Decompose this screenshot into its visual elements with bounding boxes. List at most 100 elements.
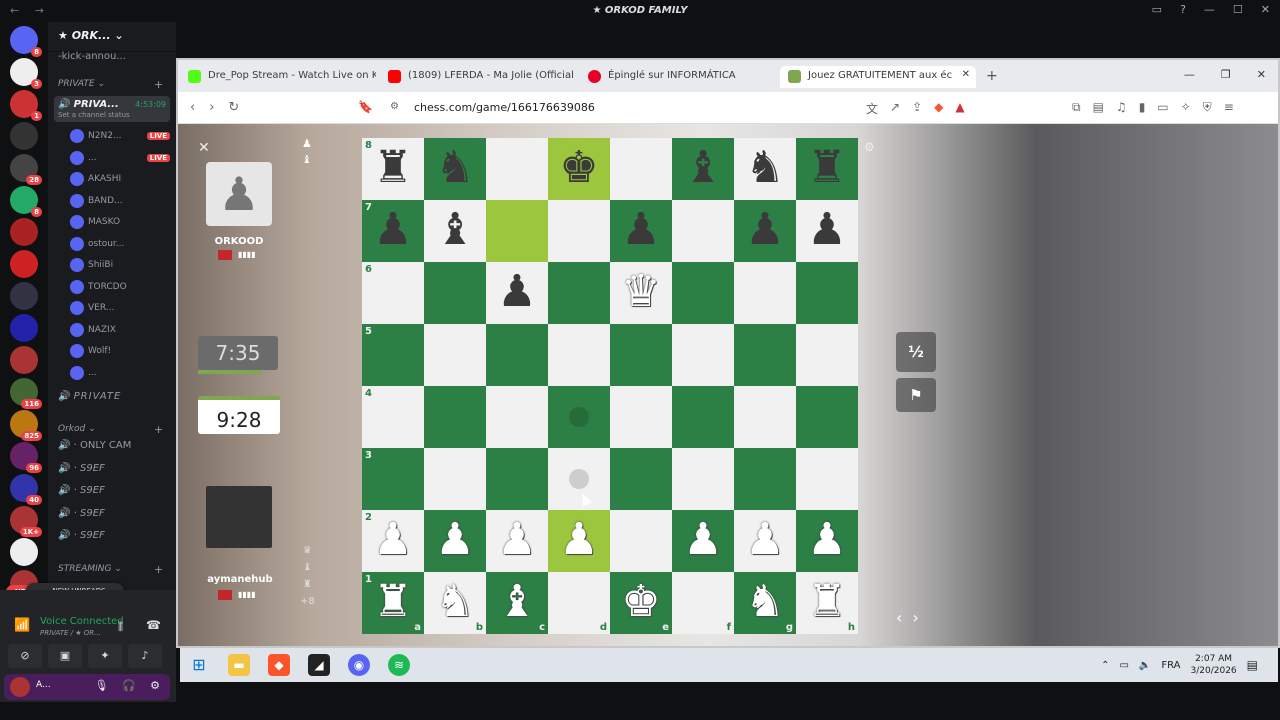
add-channel-icon[interactable]: + <box>154 423 163 436</box>
microphone-icon[interactable]: 🎙 <box>94 679 108 692</box>
voice-channel[interactable]: 🔊 · S9EF <box>54 527 170 547</box>
square-f1[interactable]: f <box>672 572 734 634</box>
square-h7[interactable]: ♟ <box>796 200 858 262</box>
minimize-icon[interactable]: — <box>1184 68 1195 81</box>
volume-icon[interactable]: 🔈 <box>1139 660 1151 671</box>
square-f6[interactable] <box>672 262 734 324</box>
square-f5[interactable] <box>672 324 734 386</box>
bookmark-icon[interactable]: 🔖 <box>358 100 373 114</box>
square-b5[interactable] <box>424 324 486 386</box>
square-d8[interactable]: ♚ <box>548 138 610 200</box>
black-pawn-piece[interactable]: ♟ <box>486 262 548 324</box>
voice-user[interactable]: ... LIVE <box>70 148 170 168</box>
square-d3[interactable] <box>548 448 610 510</box>
activities-icon[interactable]: ✦ <box>88 644 122 668</box>
resign-flag-icon[interactable]: ⚑ <box>896 378 936 412</box>
camera-off-icon[interactable]: ⊘ <box>8 644 42 668</box>
square-g3[interactable] <box>734 448 796 510</box>
voice-user[interactable]: TORCDO <box>70 277 170 297</box>
black-king-piece[interactable]: ♚ <box>548 138 610 200</box>
square-e7[interactable]: ♟ <box>610 200 672 262</box>
chevron-up-icon[interactable]: ⌃ <box>1101 660 1109 671</box>
square-h2[interactable]: ♟ <box>796 510 858 572</box>
square-a2[interactable]: ♟ 2 <box>362 510 424 572</box>
language-indicator[interactable]: FRA <box>1161 660 1180 671</box>
server-icon[interactable] <box>10 250 38 278</box>
legal-move-dot[interactable] <box>569 469 589 489</box>
square-f2[interactable]: ♟ <box>672 510 734 572</box>
category-private[interactable]: PRIVATE ⌄ + <box>58 78 163 91</box>
square-a8[interactable]: ♜ 8 <box>362 138 424 200</box>
square-e8[interactable] <box>610 138 672 200</box>
brave-icon[interactable]: ◆ <box>268 654 290 676</box>
server-icon[interactable]: 28 <box>10 154 42 185</box>
square-g1[interactable]: ♞ g <box>734 572 796 634</box>
server-icon[interactable]: 116 <box>10 378 42 409</box>
black-rook-piece[interactable]: ♜ <box>796 138 858 200</box>
help-icon[interactable]: ? <box>1180 3 1186 16</box>
bottom-player-avatar[interactable] <box>206 486 272 548</box>
user-name[interactable]: A... <box>36 680 51 690</box>
soundboard-icon[interactable]: ♪ <box>128 644 162 668</box>
translate-icon[interactable]: 文 <box>866 100 878 117</box>
square-b3[interactable] <box>424 448 486 510</box>
square-d2[interactable]: ♟ <box>548 510 610 572</box>
server-icon[interactable] <box>10 538 38 566</box>
square-d6[interactable] <box>548 262 610 324</box>
restore-icon[interactable]: ❐ <box>1221 68 1231 81</box>
square-b2[interactable]: ♟ <box>424 510 486 572</box>
square-g2[interactable]: ♟ <box>734 510 796 572</box>
voice-sub-label[interactable]: PRIVATE / ★ OR... <box>40 629 101 637</box>
white-pawn-piece[interactable]: ♟ <box>734 510 796 572</box>
leo-icon[interactable]: ✧ <box>1181 100 1191 115</box>
square-g5[interactable] <box>734 324 796 386</box>
square-g8[interactable]: ♞ <box>734 138 796 200</box>
square-a6[interactable]: 6 <box>362 262 424 324</box>
network-icon[interactable]: ▭ <box>1119 660 1128 671</box>
black-pawn-piece[interactable]: ♟ <box>734 200 796 262</box>
server-icon[interactable] <box>10 314 38 342</box>
noise-icon[interactable]: ⫼ <box>118 620 123 634</box>
server-icon[interactable]: 3 <box>10 58 42 89</box>
square-b7[interactable]: ♝ <box>424 200 486 262</box>
white-pawn-piece[interactable]: ♟ <box>486 510 548 572</box>
square-b8[interactable]: ♞ <box>424 138 486 200</box>
square-c6[interactable]: ♟ <box>486 262 548 324</box>
white-queen-piece[interactable]: ♛ <box>610 262 672 324</box>
gear-icon[interactable]: ⚙ <box>864 140 875 154</box>
square-d4[interactable] <box>548 386 610 448</box>
tab-pinterest[interactable]: Épinglé sur INFORMÁTICA <box>580 66 776 88</box>
square-g4[interactable] <box>734 386 796 448</box>
disconnect-icon[interactable]: ☎ <box>146 618 161 632</box>
windows-start-icon[interactable]: ⊞ <box>188 654 210 676</box>
square-f4[interactable] <box>672 386 734 448</box>
channel-private-active[interactable]: 🔊 PRIVA... 4:53:09 Set a channel status <box>54 96 170 122</box>
square-h3[interactable] <box>796 448 858 510</box>
voice-channel[interactable]: 🔊 · S9EF <box>54 482 170 502</box>
square-d5[interactable] <box>548 324 610 386</box>
inbox-icon[interactable]: ▭ <box>1152 3 1162 16</box>
square-h4[interactable] <box>796 386 858 448</box>
channel-private-2[interactable]: 🔊 PRIVATE <box>54 388 170 408</box>
spotify-icon[interactable]: ≋ <box>388 654 410 676</box>
server-icon[interactable]: 8 <box>10 186 42 217</box>
square-f7[interactable] <box>672 200 734 262</box>
voice-channel[interactable]: 🔊 · ONLY CAM <box>54 437 170 457</box>
voice-user[interactable]: ShiiBi <box>70 255 170 275</box>
square-h6[interactable] <box>796 262 858 324</box>
music-icon[interactable]: ♫ <box>1116 100 1127 115</box>
white-pawn-piece[interactable]: ♟ <box>424 510 486 572</box>
square-d1[interactable]: d <box>548 572 610 634</box>
white-pawn-piece[interactable]: ♟ <box>548 510 610 572</box>
server-icon[interactable]: 40 <box>10 474 42 505</box>
square-a5[interactable]: 5 <box>362 324 424 386</box>
voice-user[interactable]: AKASHI <box>70 169 170 189</box>
minimize-icon[interactable]: — <box>1204 3 1215 16</box>
clock[interactable]: 2:07 AM 3/20/2026 <box>1191 653 1237 677</box>
voice-user[interactable]: NAZIX <box>70 320 170 340</box>
server-icon[interactable] <box>10 122 38 150</box>
url-input[interactable]: chess.com/game/166176639086 <box>414 101 595 114</box>
tab-chess[interactable]: Jouez GRATUITEMENT aux éc ✕ <box>780 66 976 88</box>
voice-channel[interactable]: 🔊 · S9EF <box>54 505 170 525</box>
square-h1[interactable]: ♜ h <box>796 572 858 634</box>
